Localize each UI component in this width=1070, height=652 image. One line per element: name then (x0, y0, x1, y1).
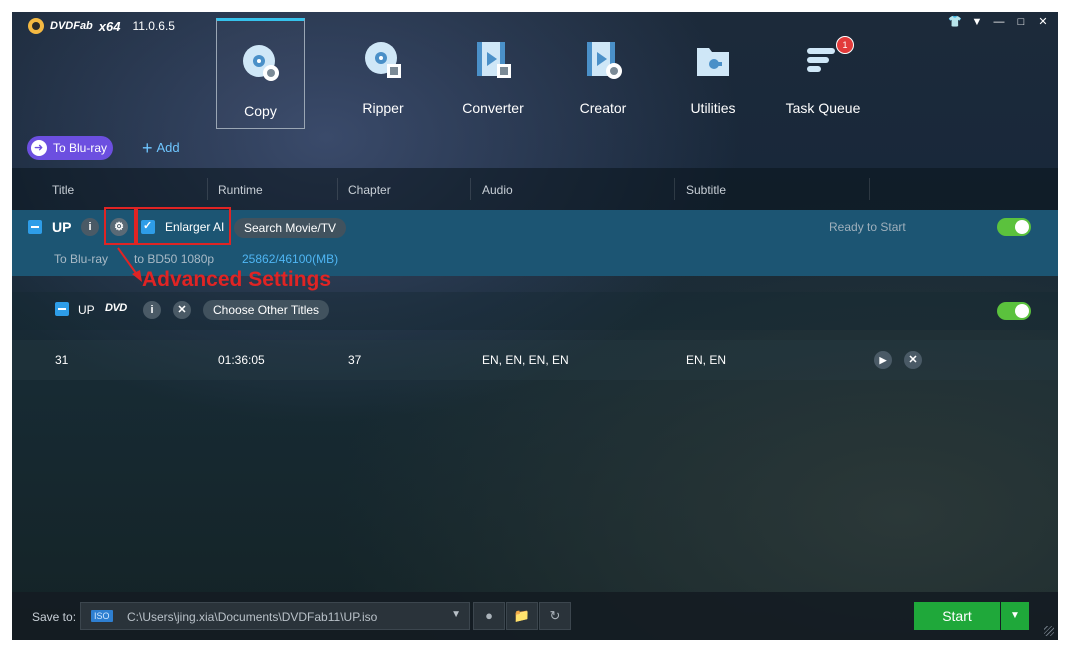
nav-label: Converter (462, 100, 524, 116)
nav-ripper[interactable]: Ripper (328, 18, 438, 128)
mode-selector[interactable]: To Blu-ray (27, 136, 113, 160)
chevron-down-icon[interactable]: ▼ (451, 609, 461, 620)
add-button[interactable]: + Add (142, 137, 180, 158)
table-header: Title Runtime Chapter Audio Subtitle (12, 168, 1058, 210)
nav-label: Ripper (362, 100, 404, 116)
task-count-badge: 1 (836, 36, 854, 54)
sub-title-name: UP (78, 303, 95, 317)
sub-collapse-checkbox[interactable] (55, 302, 69, 316)
nav-label: Task Queue (785, 100, 861, 116)
skin-icon[interactable]: 👕 (946, 14, 964, 30)
annotation-label: Advanced Settings (142, 268, 332, 291)
mode-label: To Blu-ray (53, 141, 108, 155)
nav-task-queue[interactable]: 1 Task Queue (768, 18, 878, 128)
cell-title: 31 (55, 353, 69, 367)
film-converter-icon (477, 42, 511, 78)
start-button[interactable]: Start (914, 602, 1000, 630)
target-text: To Blu-ray (54, 252, 109, 266)
column-divider (674, 178, 675, 200)
refresh-icon[interactable]: ↻ (539, 602, 571, 630)
column-runtime: Runtime (218, 183, 263, 197)
bottom-bar: Save to: ISO C:\Users\jing.xia\Documents… (12, 592, 1058, 640)
minimize-icon[interactable]: — (990, 14, 1008, 30)
arrow-right-icon (31, 140, 47, 156)
column-divider (470, 178, 471, 200)
column-audio: Audio (482, 183, 513, 197)
subtitle-row[interactable]: UP DVD i ✕ Choose Other Titles (12, 292, 1058, 330)
app-arch: x64 (98, 18, 121, 34)
save-to-label: Save to: (32, 610, 77, 624)
nav-converter[interactable]: Converter (438, 18, 548, 128)
window-controls: 👕 ▼ — □ ✕ (946, 14, 1052, 30)
menu-icon[interactable]: ▼ (968, 14, 986, 30)
cell-chapter: 37 (348, 353, 362, 367)
app-name: DVDFab (50, 20, 93, 32)
dvdfab-logo-icon (28, 18, 44, 34)
search-movie-tv-button[interactable]: Search Movie/TV (234, 218, 347, 238)
save-path-text: C:\Users\jing.xia\Documents\DVDFab11\UP.… (127, 610, 378, 624)
column-divider (207, 178, 208, 200)
title-name: UP (52, 219, 72, 235)
app-window: DVDFab x64 11.0.6.5 👕 ▼ — □ ✕ Copy Rippe… (12, 12, 1058, 640)
nav-utilities[interactable]: Utilities (658, 18, 768, 128)
title-enable-toggle[interactable] (997, 218, 1031, 236)
start-dropdown-icon[interactable]: ▼ (1001, 602, 1029, 630)
iso-output-icon[interactable]: ● (473, 602, 505, 630)
film-creator-icon (587, 42, 622, 79)
nav-label: Utilities (690, 100, 736, 116)
annotation-box-advanced (104, 207, 136, 245)
column-title: Title (52, 183, 75, 197)
title-collapse-checkbox[interactable] (28, 220, 42, 234)
info-icon[interactable]: i (81, 218, 99, 236)
column-divider (337, 178, 338, 200)
module-nav: Copy Ripper Converter Creator Utilities … (216, 18, 878, 129)
disc-ripper-icon (365, 42, 401, 78)
choose-other-titles-button[interactable]: Choose Other Titles (203, 300, 330, 320)
annotation-box-enlarger (136, 207, 231, 245)
cell-runtime: 01:36:05 (218, 353, 265, 367)
column-subtitle: Subtitle (686, 183, 727, 197)
info-icon[interactable]: i (143, 301, 161, 319)
close-icon[interactable]: ✕ (1034, 14, 1052, 30)
app-logo: DVDFab x64 11.0.6.5 (28, 18, 175, 34)
folder-icon[interactable]: 📁 (506, 602, 538, 630)
app-version: 11.0.6.5 (132, 19, 175, 33)
size-text: 25862/46100(MB) (242, 252, 339, 266)
maximize-icon[interactable]: □ (1012, 14, 1030, 30)
nav-copy[interactable]: Copy (216, 18, 305, 129)
sub-enable-toggle[interactable] (997, 302, 1031, 320)
add-label: Add (156, 140, 180, 155)
resize-grip-icon[interactable] (1044, 626, 1054, 636)
disc-copy-icon (242, 45, 279, 81)
dvd-logo-icon: DVD (105, 302, 127, 314)
nav-label: Creator (579, 100, 627, 116)
play-icon[interactable]: ▶ (874, 351, 892, 369)
close-icon[interactable]: ✕ (904, 351, 922, 369)
column-chapter: Chapter (348, 183, 391, 197)
nav-creator[interactable]: Creator (548, 18, 658, 128)
cell-audio[interactable]: EN, EN, EN, EN (482, 353, 569, 367)
save-path-field[interactable]: ISO C:\Users\jing.xia\Documents\DVDFab11… (80, 602, 470, 630)
nav-label: Copy (244, 103, 277, 119)
iso-badge: ISO (91, 610, 113, 622)
column-divider (869, 178, 870, 200)
plus-icon: + (142, 137, 153, 158)
status-text: Ready to Start (829, 220, 906, 234)
table-row[interactable]: 31 01:36:05 37 EN, EN, EN, EN EN, EN ▶ ✕ (12, 340, 1058, 380)
cell-subtitle[interactable]: EN, EN (686, 353, 726, 367)
toolbox-icon (697, 48, 729, 76)
close-icon[interactable]: ✕ (173, 301, 191, 319)
